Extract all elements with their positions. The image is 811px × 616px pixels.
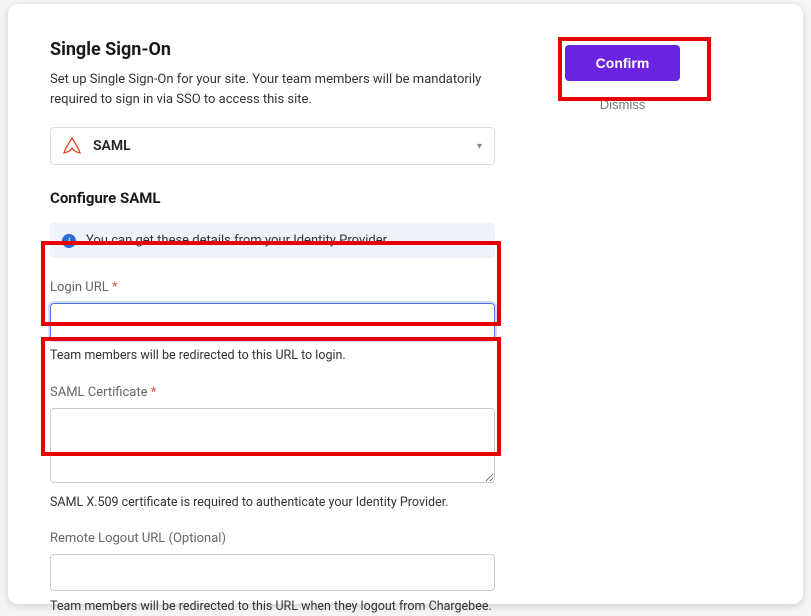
- page-description: Set up Single Sign-On for your site. You…: [50, 70, 495, 109]
- saml-cert-group: SAML Certificate * SAML X.509 certificat…: [50, 385, 495, 512]
- confirm-button[interactable]: Confirm: [565, 45, 680, 81]
- provider-select-label: SAML: [93, 138, 465, 154]
- logout-url-label: Remote Logout URL (Optional): [50, 531, 495, 546]
- provider-select[interactable]: SAML ▾: [50, 127, 495, 165]
- required-mark: *: [151, 385, 157, 400]
- saml-cert-label: SAML Certificate *: [50, 385, 495, 400]
- saml-cert-helper: SAML X.509 certificate is required to au…: [50, 494, 495, 512]
- chevron-down-icon: ▾: [477, 141, 482, 152]
- info-icon: i: [62, 234, 76, 248]
- saml-icon: [63, 137, 81, 155]
- dismiss-button[interactable]: Dismiss: [565, 97, 680, 112]
- login-url-group: Login URL * Team members will be redirec…: [50, 280, 495, 365]
- login-url-helper: Team members will be redirected to this …: [50, 347, 495, 365]
- logout-url-input[interactable]: [50, 554, 495, 591]
- login-url-input[interactable]: [50, 303, 495, 340]
- section-title: Configure SAML: [50, 189, 495, 207]
- saml-cert-input[interactable]: [50, 408, 495, 483]
- logout-url-group: Remote Logout URL (Optional) Team member…: [50, 531, 495, 616]
- info-banner-text: You can get these details from your Iden…: [86, 233, 390, 248]
- required-mark: *: [112, 280, 118, 295]
- info-banner: i You can get these details from your Id…: [50, 223, 495, 258]
- page-title: Single Sign-On: [50, 39, 495, 60]
- logout-url-helper: Team members will be redirected to this …: [50, 598, 495, 616]
- login-url-label: Login URL *: [50, 280, 495, 295]
